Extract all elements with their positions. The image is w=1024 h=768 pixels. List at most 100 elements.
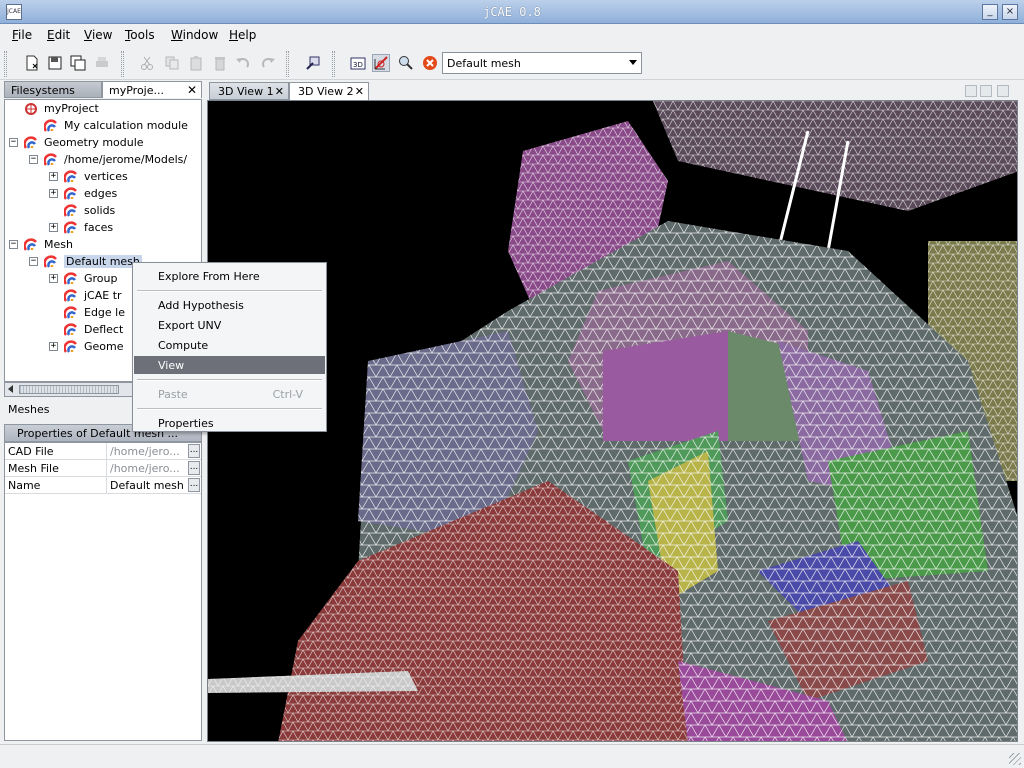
mesh-select-dropdown[interactable]: Default mesh: [442, 52, 642, 74]
expand-icon[interactable]: +: [49, 223, 58, 232]
project-icon: [25, 102, 37, 115]
tree-node-label: Default mesh: [64, 255, 142, 268]
module-icon: [64, 339, 77, 353]
menu-item-label: Add Hypothesis: [158, 299, 244, 312]
scroll-left-icon[interactable]: [8, 385, 13, 393]
tab-3d-view-1[interactable]: 3D View 1 ✕: [209, 82, 289, 100]
mesh-tool-icon[interactable]: [372, 54, 390, 72]
new-document-icon[interactable]: [23, 54, 41, 72]
tab-myproject[interactable]: myProje... ✕: [102, 81, 202, 98]
stop-icon[interactable]: [421, 54, 439, 72]
toolbar-grip[interactable]: [4, 51, 7, 77]
property-edit-button[interactable]: ...: [188, 461, 200, 475]
module-icon: [24, 237, 37, 251]
menu-item-paste[interactable]: Paste Ctrl-V: [134, 385, 325, 403]
property-row[interactable]: CAD File/home/jero......: [5, 443, 201, 460]
redo-icon[interactable]: [259, 54, 277, 72]
tab-scroll-left-icon[interactable]: [965, 85, 977, 97]
tree-node-label: Deflect: [84, 323, 124, 336]
3d-view-icon[interactable]: 3D: [349, 54, 367, 72]
tree-node[interactable]: − /home/jerome/Models/: [29, 151, 187, 168]
tab-scroll-right-icon[interactable]: [980, 85, 992, 97]
pick-tool-icon[interactable]: [304, 54, 322, 72]
property-value[interactable]: /home/jero...: [106, 443, 188, 459]
tree-node[interactable]: Edge le: [49, 304, 125, 321]
properties-table: CAD File/home/jero...... Mesh File/home/j…: [4, 442, 202, 741]
3d-viewport[interactable]: [207, 100, 1018, 742]
menu-item-compute[interactable]: Compute: [134, 336, 325, 354]
tree-node[interactable]: − Mesh: [9, 236, 73, 253]
copy-icon[interactable]: [163, 54, 181, 72]
collapse-icon[interactable]: −: [9, 138, 18, 147]
menu-item-label: View: [158, 359, 185, 372]
tree-node-label: My calculation module: [64, 119, 188, 132]
collapse-icon[interactable]: −: [9, 240, 18, 249]
module-icon: [44, 254, 57, 268]
menu-item-export-unv[interactable]: Export UNV: [134, 316, 325, 334]
module-icon: [44, 118, 57, 132]
menu-file[interactable]: File: [12, 28, 32, 42]
property-row[interactable]: Name Default mesh...: [5, 477, 201, 494]
close-icon[interactable]: ✕: [355, 85, 364, 98]
expand-icon[interactable]: +: [49, 342, 58, 351]
tree-node[interactable]: + vertices: [49, 168, 128, 185]
collapse-icon[interactable]: −: [29, 257, 38, 266]
menu-separator: [137, 408, 322, 410]
tree-node[interactable]: jCAE tr: [49, 287, 122, 304]
module-icon: [64, 305, 77, 319]
tree-node[interactable]: solids: [49, 202, 115, 219]
minimize-button[interactable]: _: [982, 4, 998, 20]
tree-node[interactable]: myProject: [9, 100, 99, 117]
property-value[interactable]: Default mesh: [106, 477, 188, 493]
delete-icon[interactable]: [211, 54, 229, 72]
tree-node-label: Geometry module: [44, 136, 144, 149]
menu-window[interactable]: Window: [171, 28, 218, 42]
tab-3d-view-2[interactable]: 3D View 2 ✕: [289, 82, 369, 100]
module-icon: [24, 135, 37, 149]
scrollbar-thumb[interactable]: [19, 385, 119, 394]
property-edit-button[interactable]: ...: [188, 444, 200, 458]
property-edit-button[interactable]: ...: [188, 478, 200, 492]
property-value[interactable]: /home/jero...: [106, 460, 188, 476]
paste-icon[interactable]: [187, 54, 205, 72]
tree-node-label: faces: [84, 221, 114, 234]
context-menu: Explore From Here Add Hypothesis Export UN…: [132, 262, 327, 432]
menu-view[interactable]: View: [84, 28, 112, 42]
undo-icon[interactable]: [234, 54, 252, 72]
menu-help[interactable]: Help: [229, 28, 256, 42]
menu-tools[interactable]: Tools: [125, 28, 155, 42]
expand-icon[interactable]: +: [49, 172, 58, 181]
tab-list-icon[interactable]: [997, 85, 1009, 97]
property-row[interactable]: Mesh File/home/jero......: [5, 460, 201, 477]
resize-grip-icon[interactable]: [1009, 753, 1021, 765]
menu-item-view[interactable]: View: [134, 356, 325, 374]
view-tabs: 3D View 1 ✕ 3D View 2 ✕: [207, 81, 1020, 100]
zoom-icon[interactable]: [397, 54, 415, 72]
tab-filesystems[interactable]: Filesystems: [4, 81, 102, 98]
menu-item-properties[interactable]: Properties: [134, 414, 325, 432]
close-icon[interactable]: ✕: [187, 83, 197, 97]
menu-item-explore-from-here[interactable]: Explore From Here: [134, 267, 325, 285]
print-icon[interactable]: [93, 54, 111, 72]
cut-icon[interactable]: [138, 54, 156, 72]
tree-node[interactable]: My calculation module: [29, 117, 188, 134]
module-icon: [64, 203, 77, 217]
close-icon[interactable]: ✕: [275, 85, 284, 98]
tree-node[interactable]: − Geometry module: [9, 134, 144, 151]
menu-item-add-hypothesis[interactable]: Add Hypothesis: [134, 296, 325, 314]
tree-node[interactable]: + Geome: [49, 338, 124, 355]
menu-edit[interactable]: Edit: [47, 28, 70, 42]
tree-node[interactable]: + edges: [49, 185, 117, 202]
expand-icon[interactable]: +: [49, 189, 58, 198]
save-icon[interactable]: [46, 54, 64, 72]
close-window-button[interactable]: ×: [1002, 4, 1018, 20]
save-all-icon[interactable]: [69, 54, 87, 72]
window-title: jCAE 0.8: [483, 5, 541, 19]
expand-icon[interactable]: +: [49, 274, 58, 283]
car-mesh: [208, 101, 1017, 741]
tree-node[interactable]: − Default mesh: [29, 253, 142, 270]
tree-node[interactable]: + faces: [49, 219, 113, 236]
tree-node[interactable]: + Group: [49, 270, 118, 287]
tree-node[interactable]: Deflect: [49, 321, 123, 338]
collapse-icon[interactable]: −: [29, 155, 38, 164]
